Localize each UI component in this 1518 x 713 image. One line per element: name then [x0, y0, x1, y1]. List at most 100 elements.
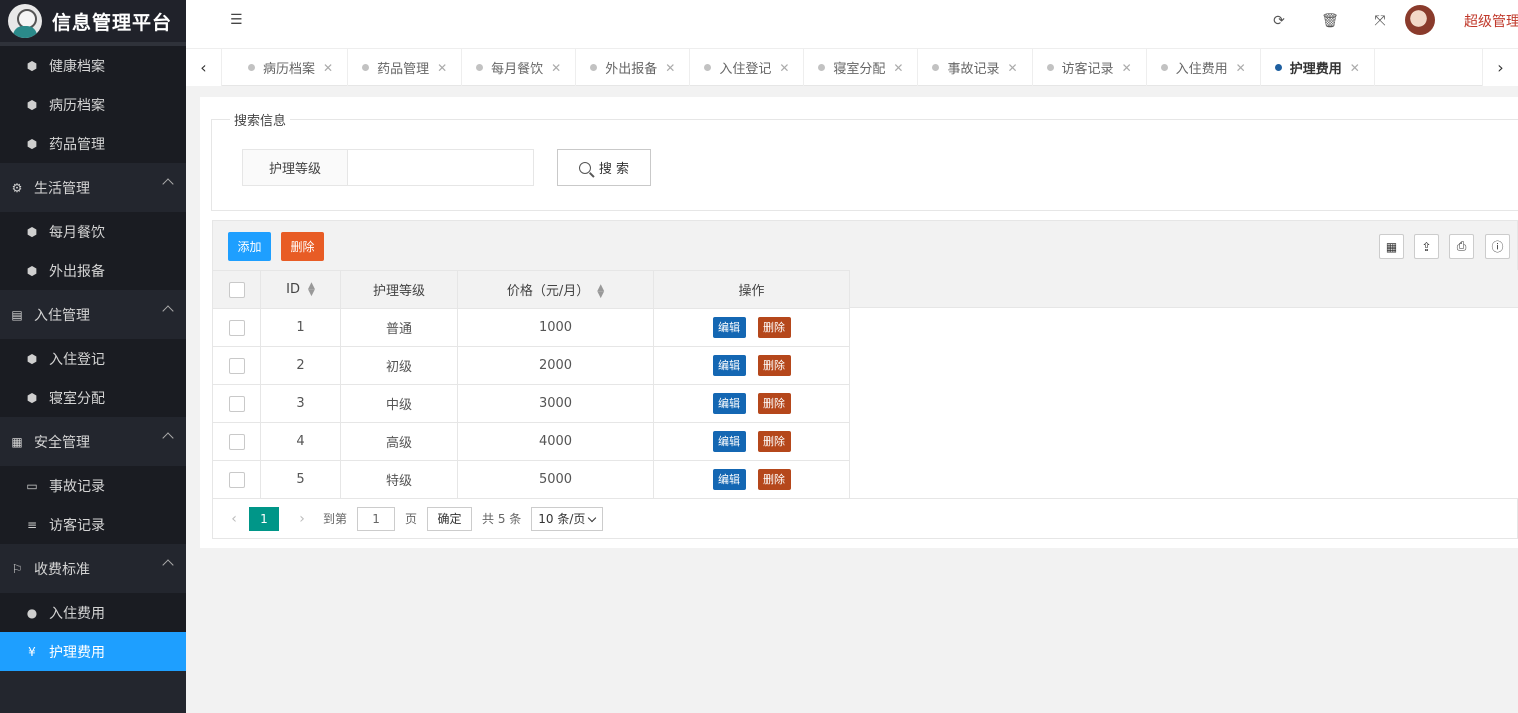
search-button[interactable]: 搜 索 — [557, 149, 651, 186]
tab-7[interactable]: 访客记录 ✕ — [1033, 49, 1147, 86]
tab-dot-icon — [932, 64, 940, 71]
tab-0[interactable]: 病历档案 ✕ — [234, 49, 349, 86]
tab-1[interactable]: 药品管理 ✕ — [348, 49, 463, 86]
edit-button[interactable]: 编辑 — [712, 355, 746, 376]
close-icon[interactable]: ✕ — [1007, 61, 1017, 75]
sidebar-label: 入住管理 — [34, 307, 90, 324]
sidebar-item-4[interactable]: ⬢ 每月餐饮 — [0, 212, 186, 251]
goto-page-input[interactable]: 1 — [357, 506, 396, 531]
select-all-checkbox[interactable] — [228, 281, 245, 298]
gears-icon: ⚙ — [11, 180, 23, 195]
fullscreen-icon[interactable]: ⤧ — [1371, 12, 1389, 30]
row-checkbox[interactable] — [228, 357, 245, 374]
sidebar-item-8[interactable]: ⬢ 寝室分配 — [0, 378, 186, 417]
refresh-icon[interactable]: ⟳ — [1270, 12, 1288, 30]
print-icon[interactable]: ⎙ — [1449, 234, 1474, 259]
table-row: 1 普通 1000 编辑 删除 — [212, 308, 850, 347]
batch-delete-button[interactable]: 删除 — [281, 232, 324, 261]
tab-5[interactable]: 寝室分配 ✕ — [804, 49, 919, 86]
sidebar-item-14[interactable]: ¥ 护理费用 — [0, 632, 186, 671]
sidebar-label: 外出报备 — [49, 263, 105, 280]
cell-id: 3 — [260, 384, 341, 423]
delete-button[interactable]: 删除 — [757, 431, 791, 452]
sort-icon[interactable]: ▲ ▼ — [597, 283, 604, 299]
sidebar-group-9[interactable]: ▦ 安全管理 — [0, 417, 186, 466]
close-icon[interactable]: ✕ — [665, 61, 675, 75]
tab-9[interactable]: 护理费用 ✕ — [1261, 49, 1375, 86]
tab-4[interactable]: 入住登记 ✕ — [690, 49, 805, 86]
columns-filter-icon[interactable]: ▦ — [1379, 234, 1404, 259]
search-panel: 搜索信息 护理等级 搜 索 — [211, 110, 1518, 211]
tab-scroll-left-icon[interactable]: ‹ — [186, 49, 222, 86]
tab-label: 事故记录 — [947, 62, 1000, 77]
row-checkbox[interactable] — [228, 395, 245, 412]
list-alt-icon: ▭ — [26, 478, 38, 493]
cell-price: 2000 — [457, 346, 654, 385]
close-icon[interactable]: ✕ — [323, 61, 333, 75]
current-page-button[interactable]: 1 — [249, 506, 279, 531]
user-avatar[interactable] — [1405, 5, 1435, 35]
sort-icon[interactable]: ▲ ▼ — [308, 281, 315, 297]
flag-icon: ⚐ — [11, 561, 23, 576]
sidebar-item-5[interactable]: ⬢ 外出报备 — [0, 251, 186, 290]
delete-button[interactable]: 删除 — [757, 355, 791, 376]
info-icon[interactable]: ⓘ — [1485, 234, 1510, 259]
delete-button[interactable]: 删除 — [757, 393, 791, 414]
row-checkbox[interactable] — [228, 433, 245, 450]
sidebar-label: 寝室分配 — [49, 390, 105, 407]
sidebar-item-11[interactable]: ≡ 访客记录 — [0, 505, 186, 544]
chevron-up-icon — [162, 305, 174, 317]
next-page-icon[interactable]: › — [291, 511, 313, 527]
edit-button[interactable]: 编辑 — [712, 469, 746, 490]
menu-toggle-icon[interactable]: ☰ — [230, 12, 244, 28]
dashboard-icon: ⬢ — [26, 58, 38, 73]
chevron-up-icon — [162, 432, 174, 444]
row-checkbox[interactable] — [228, 471, 245, 488]
care-level-input[interactable] — [348, 149, 534, 186]
tab-6[interactable]: 事故记录 ✕ — [918, 49, 1033, 86]
sidebar-item-2[interactable]: ⬢ 药品管理 — [0, 124, 186, 163]
sidebar-item-0[interactable]: ⬢ 健康档案 — [0, 46, 186, 85]
sidebar-group-6[interactable]: ▤ 入住管理 — [0, 290, 186, 339]
dashboard-icon: ⬢ — [26, 351, 38, 366]
goto-prefix: 到第 — [323, 512, 348, 526]
add-button[interactable]: 添加 — [228, 232, 271, 261]
cell-actions: 编辑 删除 — [653, 346, 850, 385]
close-icon[interactable]: ✕ — [437, 61, 447, 75]
close-icon[interactable]: ✕ — [779, 61, 789, 75]
column-header-id[interactable]: ID ▲ ▼ — [260, 270, 341, 309]
sidebar-item-13[interactable]: ● 入住费用 — [0, 593, 186, 632]
tab-2[interactable]: 每月餐饮 ✕ — [462, 49, 577, 86]
page-size-select[interactable]: 10 条/页 — [531, 506, 604, 531]
edit-button[interactable]: 编辑 — [712, 393, 746, 414]
delete-button[interactable]: 删除 — [757, 317, 791, 338]
cell-id: 1 — [260, 308, 341, 347]
dashboard-icon: ⬢ — [26, 136, 38, 151]
cell-level: 特级 — [340, 460, 458, 499]
close-icon[interactable]: ✕ — [551, 61, 561, 75]
column-header-price[interactable]: 价格（元/月） ▲ ▼ — [457, 270, 654, 309]
close-icon[interactable]: ✕ — [1236, 61, 1246, 75]
sidebar-item-10[interactable]: ▭ 事故记录 — [0, 466, 186, 505]
tab-scroll-right-icon[interactable]: › — [1482, 49, 1518, 86]
edit-button[interactable]: 编辑 — [712, 317, 746, 338]
trash-icon[interactable]: 🗑 — [1321, 12, 1339, 30]
goto-confirm-button[interactable]: 确定 — [427, 506, 473, 531]
tab-3[interactable]: 外出报备 ✕ — [576, 49, 691, 86]
top-header: ☰ ⟳ 🗑 ⤧ 超级管理 — [186, 0, 1518, 48]
user-name[interactable]: 超级管理 — [1464, 11, 1518, 31]
close-icon[interactable]: ✕ — [1350, 61, 1360, 75]
sidebar-group-12[interactable]: ⚐ 收费标准 — [0, 544, 186, 593]
delete-button[interactable]: 删除 — [757, 469, 791, 490]
sidebar-group-3[interactable]: ⚙ 生活管理 — [0, 163, 186, 212]
edit-button[interactable]: 编辑 — [712, 431, 746, 452]
close-icon[interactable]: ✕ — [1122, 61, 1132, 75]
row-checkbox[interactable] — [228, 319, 245, 336]
calendar-icon: ▦ — [11, 434, 23, 449]
tab-8[interactable]: 入住费用 ✕ — [1147, 49, 1261, 86]
sidebar-item-7[interactable]: ⬢ 入住登记 — [0, 339, 186, 378]
prev-page-icon[interactable]: ‹ — [223, 511, 245, 527]
close-icon[interactable]: ✕ — [893, 61, 903, 75]
export-icon[interactable]: ⇪ — [1414, 234, 1439, 259]
sidebar-item-1[interactable]: ⬢ 病历档案 — [0, 85, 186, 124]
